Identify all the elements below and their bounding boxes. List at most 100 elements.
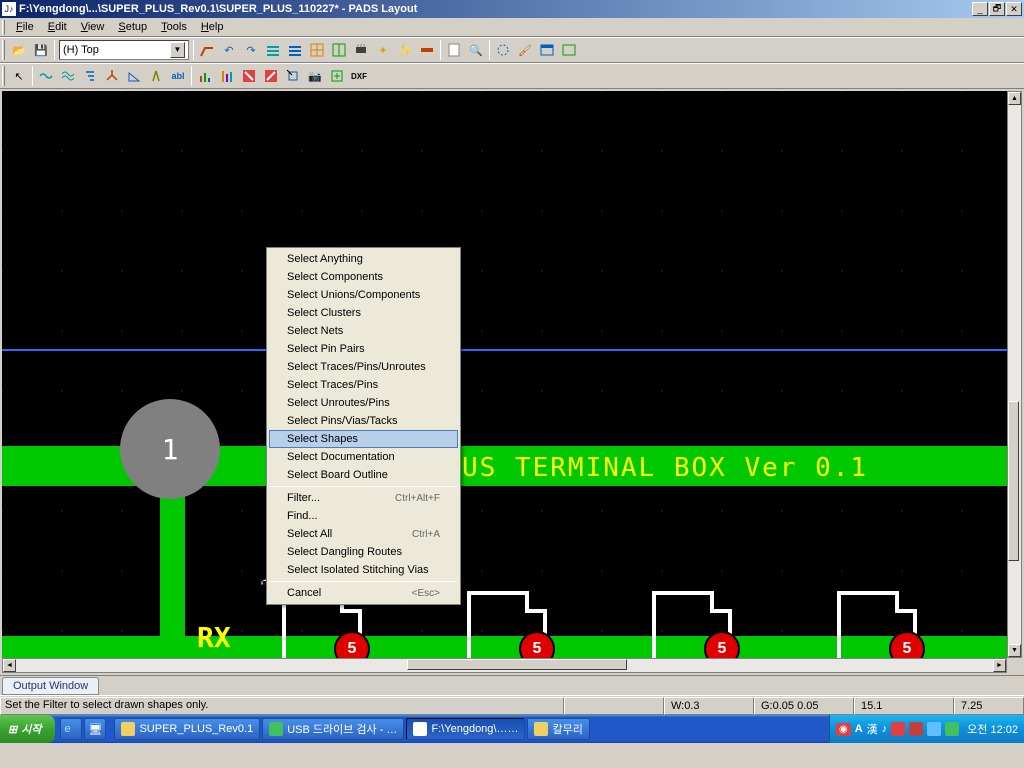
tool-brush[interactable]: 🖌	[514, 39, 536, 61]
tool-wave2[interactable]	[57, 65, 79, 87]
minimize-button[interactable]: _	[972, 2, 988, 16]
dropdown-arrow-icon[interactable]: ▼	[170, 42, 185, 58]
scroll-thumb[interactable]	[407, 659, 627, 670]
tool-spark[interactable]: ✦	[372, 39, 394, 61]
task-super-plus[interactable]: SUPER_PLUS_Rev0.1	[114, 718, 260, 740]
start-button[interactable]: ⊞ 시작	[0, 715, 55, 743]
ctx-filter[interactable]: Filter...Ctrl+Alt+F	[269, 489, 458, 507]
pad-circle-1: 1	[120, 399, 220, 499]
task-kalmuri[interactable]: 칼무리	[527, 718, 589, 740]
tool-bars2[interactable]	[216, 65, 238, 87]
tray-icon[interactable]	[927, 722, 941, 736]
pcb-canvas[interactable]: 1 US TERMINAL BOX Ver 0.1 RX 5 5 5 5 ↖	[2, 91, 1007, 658]
ctx-select-traces-pins-unroutes[interactable]: Select Traces/Pins/Unroutes	[269, 358, 458, 376]
scroll-right-button[interactable]: ►	[993, 659, 1006, 672]
ctx-cancel[interactable]: Cancel<Esc>	[269, 584, 458, 602]
ctx-select-isolated[interactable]: Select Isolated Stitching Vias	[269, 561, 458, 579]
ime-lang-indicator[interactable]: ◉	[836, 723, 851, 736]
tool-export[interactable]	[326, 65, 348, 87]
tool-window[interactable]	[536, 39, 558, 61]
restore-button[interactable]: 🗗	[989, 2, 1005, 16]
ctx-select-all[interactable]: Select AllCtrl+A	[269, 525, 458, 543]
tool-red-cancel2[interactable]	[260, 65, 282, 87]
menu-file[interactable]: File	[9, 20, 41, 34]
tray-icon[interactable]	[891, 722, 905, 736]
quick-launch-desktop[interactable]: 🖥	[84, 718, 106, 740]
ctx-select-clusters[interactable]: Select Clusters	[269, 304, 458, 322]
close-button[interactable]: ✕	[1006, 2, 1022, 16]
menu-setup[interactable]: Setup	[111, 20, 154, 34]
toolbar-drawing: ↖ abl 📷 DXF	[0, 63, 1024, 89]
output-window-tab[interactable]: Output Window	[2, 677, 99, 695]
scroll-up-button[interactable]: ▲	[1008, 92, 1021, 105]
ctx-find[interactable]: Find...	[269, 507, 458, 525]
tool-wave1[interactable]	[35, 65, 57, 87]
task-pads-layout[interactable]: F:\Yengdong\……	[406, 718, 525, 740]
tool-cam[interactable]: 📷	[304, 65, 326, 87]
tool-compass[interactable]	[145, 65, 167, 87]
horizontal-scrollbar[interactable]: ◄ ►	[2, 658, 1007, 673]
tool-red-cancel[interactable]	[238, 65, 260, 87]
tool-route[interactable]	[196, 39, 218, 61]
tool-misc1[interactable]	[416, 39, 438, 61]
scroll-left-button[interactable]: ◄	[3, 659, 16, 672]
save-button[interactable]: 💾	[30, 39, 52, 61]
shield-icon	[269, 722, 283, 736]
ctx-select-pins-vias-tacks[interactable]: Select Pins/Vias/Tacks	[269, 412, 458, 430]
scroll-track[interactable]	[1008, 105, 1021, 644]
tool-indent[interactable]	[79, 65, 101, 87]
menu-edit[interactable]: Edit	[41, 20, 74, 34]
ctx-select-pin-pairs[interactable]: Select Pin Pairs	[269, 340, 458, 358]
tool-cursor[interactable]: ↖	[8, 65, 30, 87]
tray-icon[interactable]	[909, 722, 923, 736]
ctx-select-shapes[interactable]: Select Shapes	[269, 430, 458, 448]
brush-icon: 🖌	[518, 44, 532, 57]
tool-grid1[interactable]	[306, 39, 328, 61]
menu-bar: File Edit View Setup Tools Help	[0, 18, 1024, 37]
layer-dropdown[interactable]: (H) Top ▼	[59, 40, 189, 60]
tool-doc[interactable]	[443, 39, 465, 61]
ctx-select-dangling[interactable]: Select Dangling Routes	[269, 543, 458, 561]
tool-redo[interactable]: ↷	[240, 39, 262, 61]
ctx-select-documentation[interactable]: Select Documentation	[269, 448, 458, 466]
ime-mode-a[interactable]: A	[855, 723, 863, 735]
tool-pick[interactable]	[282, 65, 304, 87]
tool-zoom[interactable]: 🔍	[465, 39, 487, 61]
tray-icon[interactable]	[945, 722, 959, 736]
ctx-select-unions[interactable]: Select Unions/Components	[269, 286, 458, 304]
tool-layers1[interactable]	[262, 39, 284, 61]
quick-launch-ie[interactable]: e	[60, 718, 82, 740]
vertical-scrollbar[interactable]: ▲ ▼	[1007, 91, 1022, 658]
tool-spark2[interactable]: ✨	[394, 39, 416, 61]
tool-dxf[interactable]: DXF	[348, 65, 370, 87]
tool-grid2[interactable]	[328, 39, 350, 61]
tool-angle[interactable]	[123, 65, 145, 87]
tool-lasso[interactable]	[492, 39, 514, 61]
menu-view[interactable]: View	[74, 20, 112, 34]
ctx-select-components[interactable]: Select Components	[269, 268, 458, 286]
ctx-select-board-outline[interactable]: Select Board Outline	[269, 466, 458, 484]
ctx-select-traces-pins[interactable]: Select Traces/Pins	[269, 376, 458, 394]
tool-split[interactable]	[101, 65, 123, 87]
taskbar-clock[interactable]: 오전 12:02	[967, 721, 1018, 737]
ime-extra-icon[interactable]: ♪	[882, 723, 888, 735]
tool-abl[interactable]: abl	[167, 65, 189, 87]
ime-mode-hanja[interactable]: 漢	[867, 721, 878, 737]
scroll-thumb[interactable]	[1008, 401, 1019, 561]
scroll-down-button[interactable]: ▼	[1008, 644, 1021, 657]
tool-window2[interactable]	[558, 39, 580, 61]
ctx-select-anything[interactable]: Select Anything	[269, 250, 458, 268]
tool-bars1[interactable]	[194, 65, 216, 87]
undo-icon: ↶	[224, 44, 233, 57]
scroll-track[interactable]	[16, 659, 993, 672]
open-button[interactable]: 📂	[8, 39, 30, 61]
tool-chip[interactable]	[350, 39, 372, 61]
task-usb-check[interactable]: USB 드라이브 검사 - …	[262, 718, 404, 740]
ctx-select-unroutes-pins[interactable]: Select Unroutes/Pins	[269, 394, 458, 412]
menu-help[interactable]: Help	[194, 20, 231, 34]
tool-undo[interactable]: ↶	[218, 39, 240, 61]
ctx-select-nets[interactable]: Select Nets	[269, 322, 458, 340]
menu-tools[interactable]: Tools	[154, 20, 194, 34]
tool-layers2[interactable]	[284, 39, 306, 61]
taskbar: ⊞ 시작 e 🖥 SUPER_PLUS_Rev0.1 USB 드라이브 검사 -…	[0, 715, 1024, 743]
